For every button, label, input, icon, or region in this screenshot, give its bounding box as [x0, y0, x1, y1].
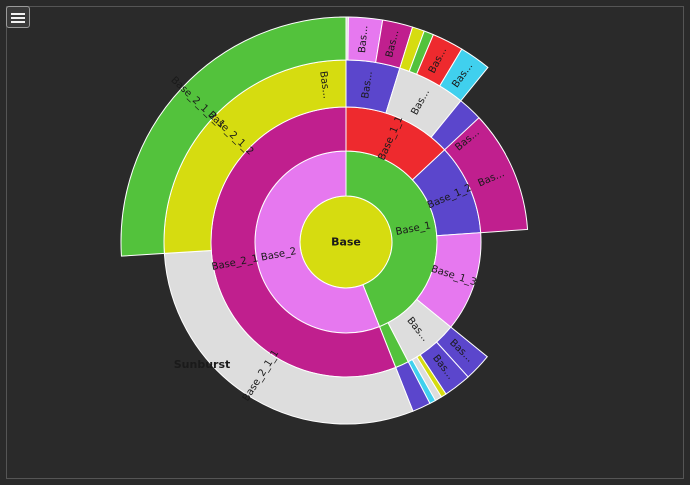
segment-label: Base [331, 236, 361, 249]
sunburst-chart: BaseBase_1Base_1_1Bas... Bas...Bas... Bas.… [120, 16, 529, 425]
chart-title: Sunburst [174, 358, 231, 371]
